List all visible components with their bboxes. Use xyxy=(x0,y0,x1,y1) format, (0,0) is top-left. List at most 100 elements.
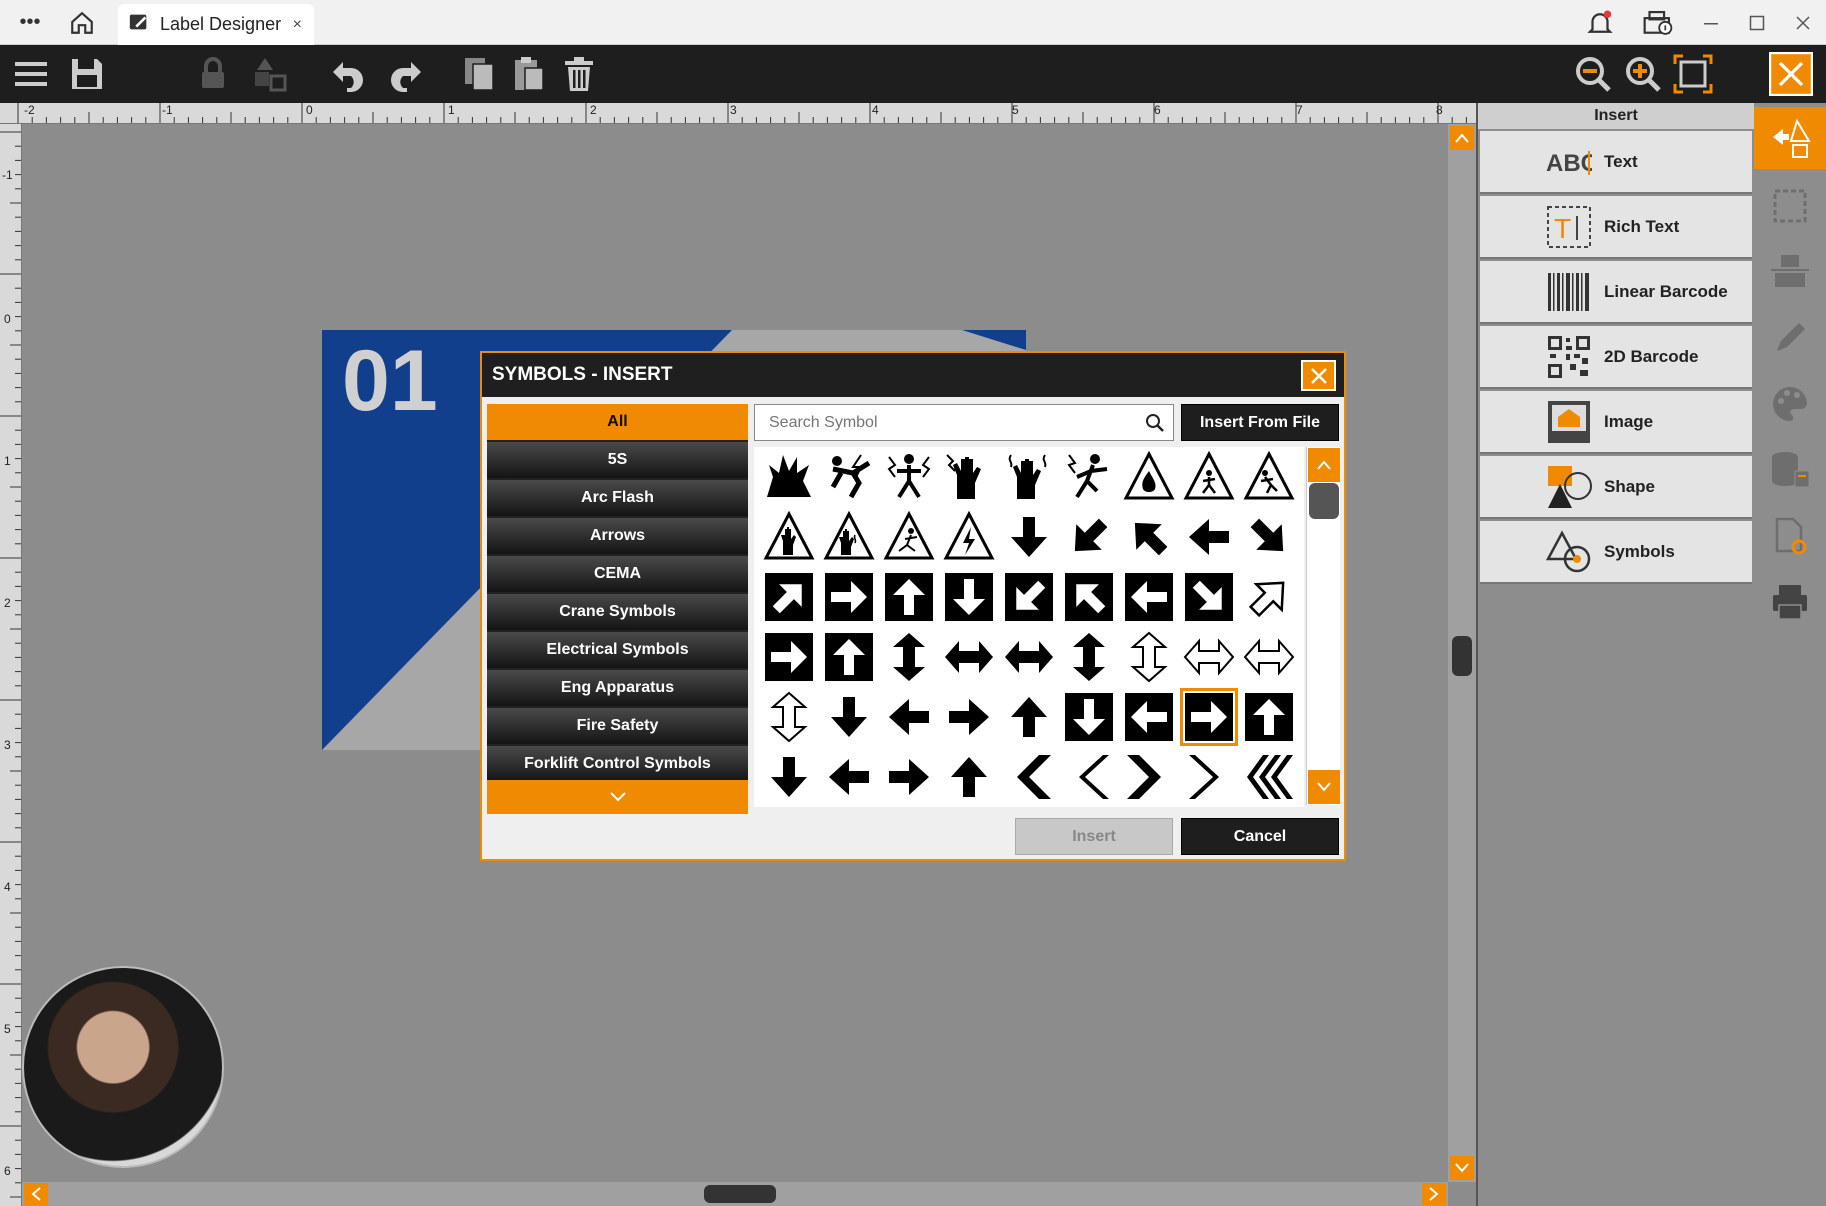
category-crane-symbols[interactable]: Crane Symbols xyxy=(487,594,748,630)
insert-panel-toggle-icon[interactable] xyxy=(1754,107,1826,169)
symbol-cell[interactable] xyxy=(759,507,819,567)
notification-bell-icon[interactable] xyxy=(1574,0,1626,45)
print-icon[interactable] xyxy=(1760,573,1820,631)
symbol-cell[interactable] xyxy=(759,447,819,507)
hamburger-menu-icon[interactable] xyxy=(6,49,56,99)
category-forklift-control-symbols[interactable]: Forklift Control Symbols xyxy=(487,746,748,782)
minimize-icon[interactable] xyxy=(1688,0,1734,45)
insert-from-file-button[interactable]: Insert From File xyxy=(1181,404,1339,441)
insert-symbols-button[interactable]: Symbols xyxy=(1480,521,1752,584)
close-designer-icon[interactable] xyxy=(1764,49,1818,99)
grid-scroll-up-icon[interactable] xyxy=(1308,448,1340,482)
database-icon[interactable] xyxy=(1760,441,1820,499)
category-all[interactable]: All xyxy=(487,404,748,440)
symbol-cell[interactable] xyxy=(1059,627,1119,687)
symbol-cell[interactable] xyxy=(879,687,939,747)
symbol-cell[interactable] xyxy=(1059,747,1119,807)
zoom-out-icon[interactable] xyxy=(1568,49,1618,99)
symbol-cell[interactable] xyxy=(939,747,999,807)
symbol-cell[interactable] xyxy=(819,507,879,567)
tab-label-designer[interactable]: Label Designer × xyxy=(118,4,314,45)
scroll-right-icon[interactable] xyxy=(1422,1183,1446,1205)
align-icon[interactable] xyxy=(1760,243,1820,301)
symbol-cell[interactable] xyxy=(939,627,999,687)
vertical-scroll-thumb[interactable] xyxy=(1452,636,1472,676)
maximize-icon[interactable] xyxy=(1734,0,1780,45)
zoom-in-icon[interactable] xyxy=(1618,49,1668,99)
symbol-cell[interactable] xyxy=(819,627,879,687)
symbol-cell[interactable] xyxy=(939,447,999,507)
dialog-close-icon[interactable] xyxy=(1301,360,1336,391)
symbol-cell[interactable] xyxy=(1239,627,1299,687)
symbol-cell[interactable] xyxy=(1119,447,1179,507)
symbol-cell[interactable] xyxy=(1239,567,1299,627)
symbol-cell[interactable] xyxy=(1179,507,1239,567)
symbol-cell[interactable] xyxy=(1119,687,1179,747)
symbol-cell[interactable] xyxy=(879,747,939,807)
symbol-cell[interactable] xyxy=(759,687,819,747)
symbol-cell[interactable] xyxy=(999,627,1059,687)
cancel-button[interactable]: Cancel xyxy=(1181,818,1339,855)
symbol-cell[interactable] xyxy=(1059,507,1119,567)
symbol-cell[interactable] xyxy=(1239,687,1299,747)
pencil-icon[interactable] xyxy=(1760,309,1820,367)
select-region-icon[interactable] xyxy=(1760,177,1820,235)
category-electrical-symbols[interactable]: Electrical Symbols xyxy=(487,632,748,668)
undo-icon[interactable] xyxy=(324,49,374,99)
grid-scroll-down-icon[interactable] xyxy=(1308,770,1340,804)
symbol-cell[interactable] xyxy=(999,507,1059,567)
arrange-icon[interactable] xyxy=(246,49,296,99)
symbol-cell[interactable] xyxy=(1119,567,1179,627)
symbol-cell[interactable] xyxy=(819,747,879,807)
symbol-cell[interactable] xyxy=(819,447,879,507)
category-cema[interactable]: CEMA xyxy=(487,556,748,592)
insert-shape-button[interactable]: Shape xyxy=(1480,456,1752,519)
label-number[interactable]: 01 xyxy=(342,332,438,431)
symbol-cell[interactable] xyxy=(1179,687,1239,747)
insert-2d-barcode-button[interactable]: 2D Barcode xyxy=(1480,326,1752,389)
category-scroll-down-icon[interactable] xyxy=(487,780,748,814)
symbol-cell[interactable] xyxy=(879,567,939,627)
symbol-cell[interactable] xyxy=(1239,447,1299,507)
category-eng-apparatus[interactable]: Eng Apparatus xyxy=(487,670,748,706)
category-arc-flash[interactable]: Arc Flash xyxy=(487,480,748,516)
symbol-cell[interactable] xyxy=(1179,567,1239,627)
symbol-cell[interactable] xyxy=(1179,627,1239,687)
search-input[interactable] xyxy=(769,413,1139,432)
symbol-cell[interactable] xyxy=(1059,447,1119,507)
page-settings-icon[interactable] xyxy=(1760,507,1820,565)
menu-dots-icon[interactable]: ••• xyxy=(10,0,50,45)
save-icon[interactable] xyxy=(62,49,112,99)
category-5s[interactable]: 5S xyxy=(487,442,748,478)
scroll-left-icon[interactable] xyxy=(24,1183,48,1205)
symbol-cell[interactable] xyxy=(1239,507,1299,567)
palette-icon[interactable] xyxy=(1760,375,1820,433)
symbol-cell[interactable] xyxy=(939,507,999,567)
symbol-cell[interactable] xyxy=(819,687,879,747)
scroll-down-icon[interactable] xyxy=(1450,1156,1474,1180)
insert-rich-text-button[interactable]: T Rich Text xyxy=(1480,196,1752,259)
insert-text-button[interactable]: ABC Text xyxy=(1480,131,1752,194)
window-close-icon[interactable] xyxy=(1780,0,1826,45)
category-fire-safety[interactable]: Fire Safety xyxy=(487,708,748,744)
horizontal-scrollbar[interactable] xyxy=(22,1182,1448,1206)
scroll-up-icon[interactable] xyxy=(1450,126,1474,150)
insert-linear-barcode-button[interactable]: Linear Barcode xyxy=(1480,261,1752,324)
symbol-grid-scrollbar[interactable] xyxy=(1306,447,1340,805)
symbol-cell[interactable] xyxy=(999,567,1059,627)
symbol-cell[interactable] xyxy=(1179,447,1239,507)
symbol-cell[interactable] xyxy=(759,627,819,687)
symbol-cell[interactable] xyxy=(1179,747,1239,807)
printer-info-icon[interactable] xyxy=(1632,0,1684,45)
symbol-cell[interactable] xyxy=(879,627,939,687)
symbol-cell[interactable] xyxy=(1119,627,1179,687)
fit-to-window-icon[interactable] xyxy=(1668,49,1718,99)
symbol-cell[interactable] xyxy=(999,747,1059,807)
symbol-cell[interactable] xyxy=(819,567,879,627)
symbol-cell[interactable] xyxy=(1119,747,1179,807)
symbol-cell[interactable] xyxy=(1059,687,1119,747)
symbol-cell[interactable] xyxy=(879,507,939,567)
paste-icon[interactable] xyxy=(504,49,554,99)
category-arrows[interactable]: Arrows xyxy=(487,518,748,554)
redo-icon[interactable] xyxy=(380,49,430,99)
